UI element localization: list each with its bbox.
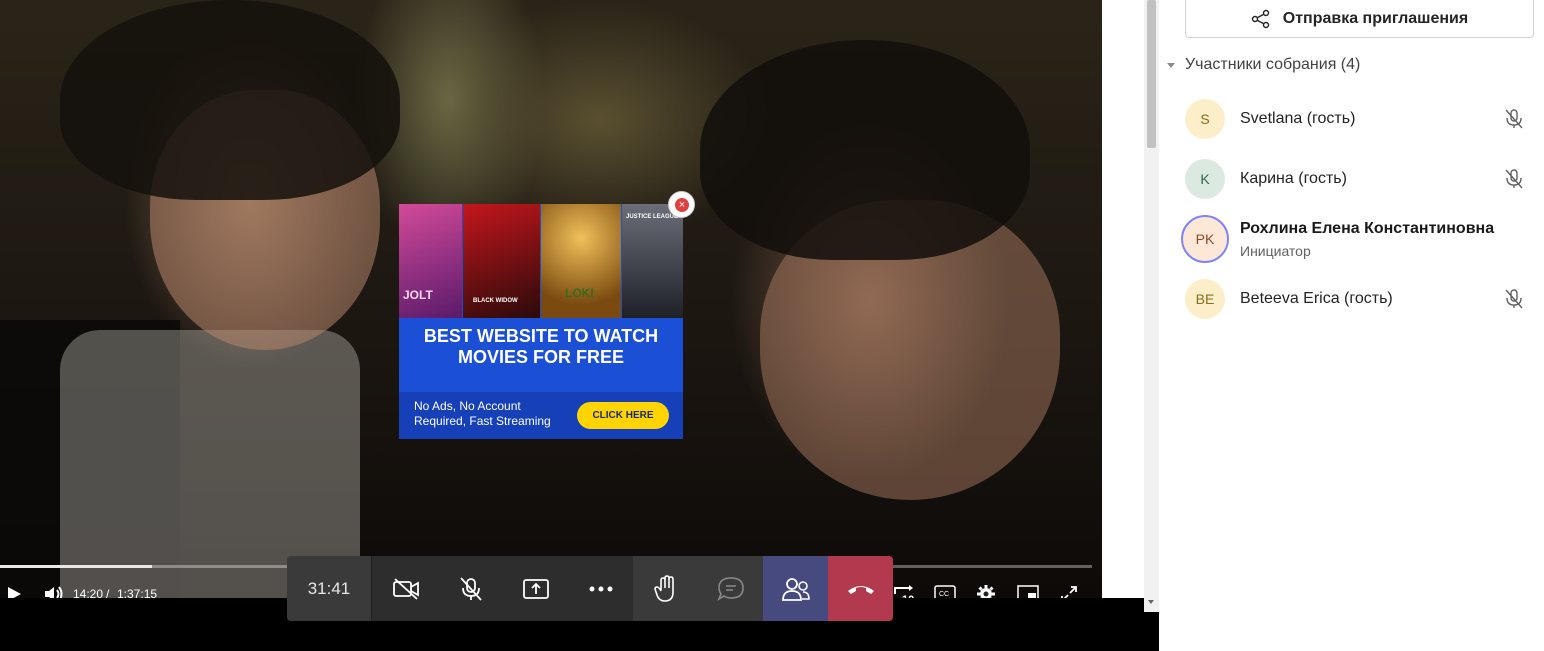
skip-forward-10-icon[interactable]: 10 <box>893 584 917 598</box>
video-progress-fill <box>0 565 152 568</box>
ad-poster-title: JOLT <box>403 288 433 302</box>
ad-headline-line: MOVIES FOR FREE <box>457 347 625 367</box>
participant-item[interactable]: PK Рохлина Елена Константиновна Инициато… <box>1181 215 1535 267</box>
participant-item[interactable]: BE Beteeva Erica (гость) <box>1185 279 1535 329</box>
meeting-toolbar: 31:41 <box>287 556 893 621</box>
participants-panel: Отправка приглашения Участники собрания … <box>1159 0 1544 651</box>
ad-poster-title: LOKI <box>565 286 594 300</box>
scrollbar[interactable] <box>1144 0 1159 612</box>
settings-gear-icon[interactable] <box>976 584 996 598</box>
ad-footer: No Ads, No Account Required, Fast Stream… <box>399 392 683 439</box>
participant-item[interactable]: K Карина (гость) <box>1185 159 1535 209</box>
ad-poster-loki: LOKI <box>541 204 621 318</box>
chat-icon <box>716 576 744 601</box>
video-scene-shape <box>60 0 400 200</box>
participant-name: Карина (гость) <box>1240 170 1347 187</box>
picture-in-picture-icon[interactable] <box>1017 585 1039 598</box>
ad-headline-line: BEST WEBSITE TO WATCH <box>423 326 659 346</box>
camera-toggle-button[interactable] <box>373 556 438 621</box>
ad-poster-black-widow: BLACK WIDOW <box>463 204 540 318</box>
scrollbar-thumb[interactable] <box>1147 0 1156 148</box>
more-options-button[interactable] <box>568 556 633 621</box>
avatar: K <box>1185 159 1225 199</box>
volume-icon[interactable] <box>43 585 65 598</box>
share-screen-button[interactable] <box>503 556 568 621</box>
raise-hand-icon <box>653 574 674 602</box>
participant-name: Svetlana (гость) <box>1240 110 1356 127</box>
hang-up-button[interactable] <box>828 556 893 621</box>
close-icon: × <box>675 198 689 212</box>
avatar: BE <box>1185 279 1225 319</box>
captions-icon[interactable]: CC <box>934 585 956 598</box>
fullscreen-icon[interactable] <box>1060 585 1078 598</box>
video-time-separator: / <box>106 587 110 598</box>
mic-muted-icon <box>1505 109 1523 129</box>
people-icon <box>781 577 810 601</box>
chevron-down-icon <box>1167 63 1175 68</box>
participants-button[interactable] <box>763 556 828 621</box>
mic-off-icon <box>459 576 482 601</box>
camera-off-icon <box>392 577 419 600</box>
ad-cta-button[interactable]: CLICK HERE <box>577 402 669 429</box>
meeting-timer: 31:41 <box>287 556 372 621</box>
ad-poster-title: JUSTICE LEAGUE <box>626 214 679 220</box>
play-icon[interactable] <box>5 585 23 598</box>
video-scene-shape <box>700 40 1030 260</box>
share-screen-icon <box>522 578 549 599</box>
ad-close-button[interactable]: × <box>668 191 695 218</box>
svg-text:CC: CC <box>939 591 949 598</box>
mic-muted-icon <box>1505 289 1523 309</box>
participants-section-title: Участники собрания (4) <box>1185 56 1361 73</box>
share-icon <box>1251 9 1269 28</box>
video-current-time: 14:20 <box>73 587 104 598</box>
participant-item[interactable]: S Svetlana (гость) <box>1185 99 1535 149</box>
ad-poster-title: BLACK WIDOW <box>473 298 518 304</box>
ad-poster-justice-league: JUSTICE LEAGUE <box>622 204 683 318</box>
chat-button[interactable] <box>698 556 763 621</box>
participant-name: Рохлина Елена Константиновна <box>1240 220 1495 237</box>
ad-poster-jolt: JOLT <box>399 204 462 318</box>
ad-headline: BEST WEBSITE TO WATCH MOVIES FOR FREE <box>399 326 683 368</box>
share-invite-button[interactable]: Отправка приглашения <box>1185 0 1534 38</box>
avatar: PK <box>1181 215 1229 263</box>
ad-subtext: No Ads, No Account Required, Fast Stream… <box>414 399 551 428</box>
participant-role: Инициатор <box>1240 243 1311 259</box>
more-icon <box>589 586 612 591</box>
participant-name: Beteeva Erica (гость) <box>1240 290 1393 307</box>
scroll-down-arrow-icon[interactable] <box>1148 600 1154 604</box>
ad-banner[interactable]: JOLT BLACK WIDOW LOKI JUSTICE LEAGUE BES… <box>399 204 683 439</box>
hang-up-icon <box>847 585 874 594</box>
video-duration: 1:37:15 <box>117 587 158 598</box>
raise-hand-button[interactable] <box>633 556 698 621</box>
participants-section-toggle[interactable]: Участники собрания (4) <box>1167 56 1360 74</box>
share-invite-label: Отправка приглашения <box>1282 9 1469 27</box>
avatar: S <box>1185 99 1225 139</box>
mic-toggle-button[interactable] <box>438 556 503 621</box>
mic-muted-icon <box>1505 169 1523 189</box>
